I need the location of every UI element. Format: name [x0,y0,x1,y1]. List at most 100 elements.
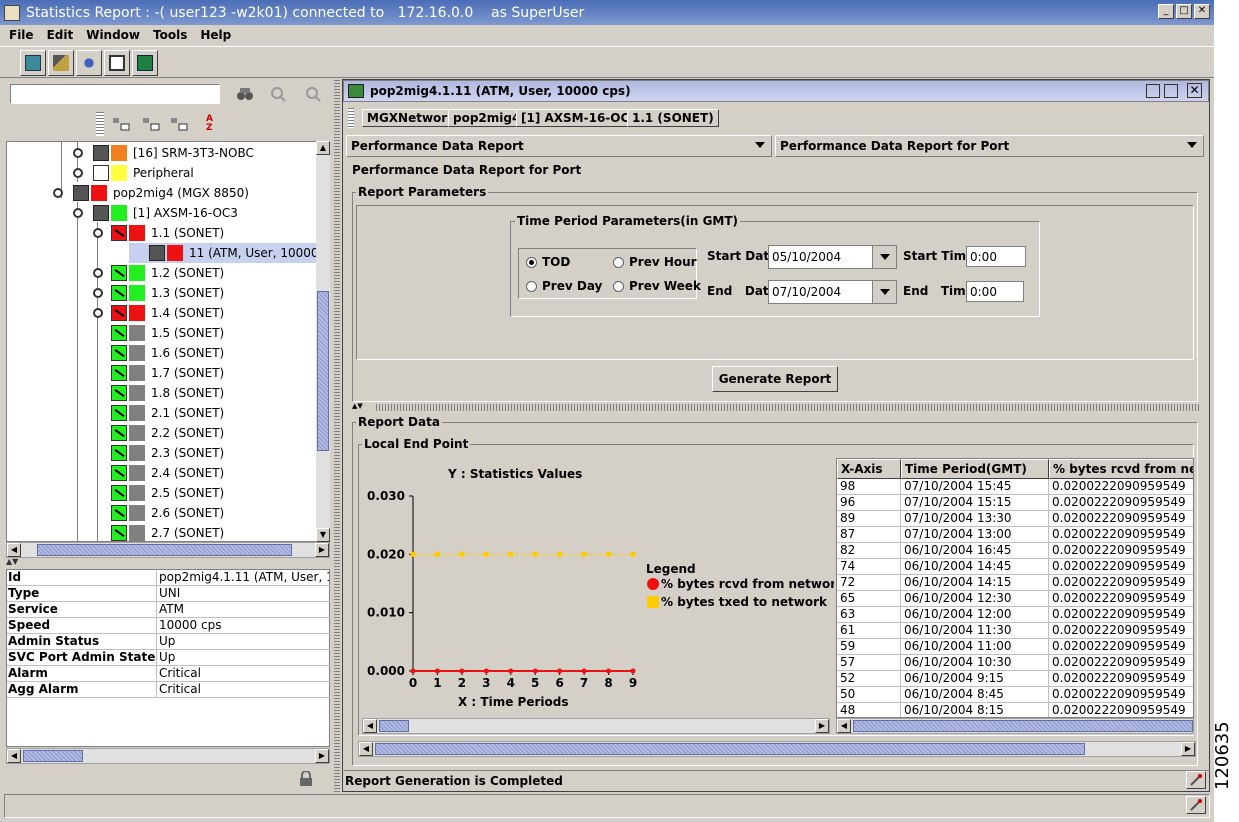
tools-button[interactable] [48,50,74,76]
start-time-input[interactable]: 0:00 [966,246,1026,267]
start-date-picker[interactable]: 05/10/2004 [768,245,897,269]
table-cell[interactable]: 52 [837,671,901,687]
report-table[interactable]: X-Axis Time Period(GMT) % bytes rcvd fro… [836,458,1194,718]
scroll-left-button[interactable]: ◀ [837,719,851,733]
splitter-arrows[interactable]: ▲▼ [352,402,376,411]
tree-item[interactable]: 2.6 (SONET) [93,503,224,523]
table-cell[interactable]: 87 [837,527,901,543]
table-cell[interactable]: 07/10/2004 15:15 [901,495,1049,511]
table-cell[interactable]: 0.0200222090959549 [1049,639,1193,655]
tree-item[interactable]: 1.6 (SONET) [93,343,224,363]
expand-handle-icon[interactable] [73,168,83,178]
table-cell[interactable]: 06/10/2004 14:15 [901,575,1049,591]
tree-item[interactable]: 1.7 (SONET) [93,363,224,383]
pin-icon[interactable] [1186,796,1206,814]
end-date-picker[interactable]: 07/10/2004 [768,280,897,304]
tree-item[interactable]: 2.3 (SONET) [93,443,224,463]
pin-icon[interactable] [1186,771,1206,789]
scroll-thumb-h[interactable] [37,544,292,556]
table-cell[interactable]: 0.0200222090959549 [1049,607,1193,623]
table-cell[interactable]: 57 [837,655,901,671]
tree-filter-icon[interactable] [170,116,188,132]
table-cell[interactable]: 48 [837,703,901,717]
expand-handle-icon[interactable] [73,148,83,158]
find-next-icon[interactable] [270,86,286,102]
scroll-left-button[interactable]: ◀ [363,719,377,733]
scroll-up-button[interactable]: ▲ [316,141,330,155]
col-header-bytes[interactable]: % bytes rcvd from net... [1049,459,1193,479]
table-cell[interactable]: 0.0200222090959549 [1049,655,1193,671]
report-scrollbar-h[interactable]: ◀ ▶ [358,741,1196,757]
menu-file[interactable]: File [9,28,34,42]
table-cell[interactable]: 06/10/2004 10:30 [901,655,1049,671]
scroll-down-button[interactable]: ▼ [316,528,330,542]
table-cell[interactable]: 06/10/2004 8:15 [901,703,1049,717]
table-cell[interactable]: 06/10/2004 12:00 [901,607,1049,623]
table-cell[interactable]: 50 [837,687,901,703]
tree-item[interactable]: 2.4 (SONET) [93,463,224,483]
table-cell[interactable]: 96 [837,495,901,511]
cube-button[interactable] [20,50,46,76]
scroll-thumb-h[interactable] [379,720,409,732]
tree-item[interactable]: Peripheral [73,163,194,183]
tree-item[interactable]: 1.5 (SONET) [93,323,224,343]
table-cell[interactable]: 74 [837,559,901,575]
table-cell[interactable]: 0.0200222090959549 [1049,495,1193,511]
table-cell[interactable]: 06/10/2004 11:30 [901,623,1049,639]
table-cell[interactable]: 0.0200222090959549 [1049,575,1193,591]
tree-item[interactable]: 1.2 (SONET) [93,263,224,283]
crumb-node[interactable]: pop2mig4 [448,109,526,127]
maximize-button[interactable]: □ [1176,4,1192,19]
table-cell[interactable]: 07/10/2004 15:45 [901,479,1049,495]
table-cell[interactable]: 0.0200222090959549 [1049,591,1193,607]
table-cell[interactable]: 0.0200222090959549 [1049,479,1193,495]
col-header-xaxis[interactable]: X-Axis [837,459,901,479]
tree-collapse-icon[interactable] [142,116,160,132]
tree-scrollbar-v[interactable]: ▲ ▼ [316,141,330,542]
table-cell[interactable]: 0.0200222090959549 [1049,623,1193,639]
expand-handle-icon[interactable] [53,188,63,198]
radio-prev-day[interactable]: Prev Day [526,279,602,293]
crumb-card[interactable]: [1] AXSM-16-OC3 [516,109,643,127]
sort-az-icon[interactable]: AZ [206,115,226,133]
splitter-arrows[interactable]: ▲▼ [6,558,36,566]
expand-handle-icon[interactable] [93,288,103,298]
lock-icon[interactable] [298,770,314,787]
menu-window[interactable]: Window [86,28,140,42]
scroll-right-button[interactable]: ▶ [815,719,829,733]
table-cell[interactable]: 07/10/2004 13:00 [901,527,1049,543]
tree-item[interactable]: 1.1 (SONET) [93,223,224,243]
crumb-port[interactable]: 1.1 (SONET) [627,109,719,127]
table-cell[interactable]: 07/10/2004 13:30 [901,511,1049,527]
scroll-left-button[interactable]: ◀ [7,543,21,557]
chart-scrollbar-h[interactable]: ◀ ▶ [362,718,830,734]
table-cell[interactable]: 0.0200222090959549 [1049,511,1193,527]
menu-tools[interactable]: Tools [153,28,187,42]
table-cell[interactable]: 0.0200222090959549 [1049,559,1193,575]
tree-item[interactable]: 11 (ATM, User, 10000 cps) [129,243,329,263]
search-input[interactable] [10,84,220,104]
table-cell[interactable]: 98 [837,479,901,495]
table-cell[interactable]: 06/10/2004 9:15 [901,671,1049,687]
props-scrollbar-h[interactable]: ◀ ▶ [6,748,330,764]
table-cell[interactable]: 0.0200222090959549 [1049,543,1193,559]
restore-icon[interactable] [1146,84,1160,98]
binoculars-icon[interactable] [236,86,254,102]
scroll-right-button[interactable]: ▶ [315,543,329,557]
copy-button[interactable] [104,50,130,76]
scroll-thumb[interactable] [317,291,329,451]
scroll-left-button[interactable]: ◀ [7,749,21,763]
table-cell[interactable]: 61 [837,623,901,639]
expand-handle-icon[interactable] [73,208,83,218]
find-prev-icon[interactable] [305,86,321,102]
exit-button[interactable] [132,50,158,76]
table-cell[interactable]: 0.0200222090959549 [1049,687,1193,703]
generate-report-button[interactable]: Generate Report [712,366,838,392]
col-header-time[interactable]: Time Period(GMT) [901,459,1049,479]
table-cell[interactable]: 0.0200222090959549 [1049,703,1193,717]
report-subtype-select[interactable]: Performance Data Report for Port [775,135,1204,157]
tree-item[interactable]: 1.8 (SONET) [93,383,224,403]
expand-handle-icon[interactable] [93,228,103,238]
table-cell[interactable]: 0.0200222090959549 [1049,671,1193,687]
table-cell[interactable]: 06/10/2004 8:45 [901,687,1049,703]
